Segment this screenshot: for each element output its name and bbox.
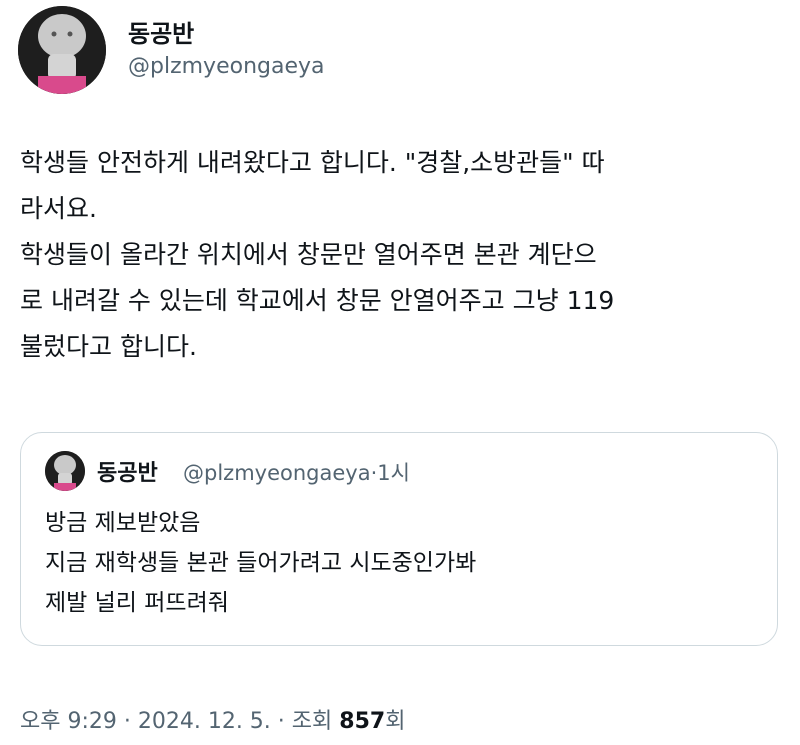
tweet-line: 학생들 안전하게 내려왔다고 합니다. "경찰,소방관들" 따 — [20, 148, 605, 177]
quote-time[interactable]: ·1시 — [371, 461, 410, 485]
avatar-icon — [18, 6, 106, 94]
tweet-timestamp[interactable]: 오후 9:29 · 2024. 12. 5. · 조회 — [20, 709, 339, 734]
view-count-suffix: 회 — [385, 709, 406, 734]
tweet-line: 로 내려갈 수 있는데 학교에서 창문 안열어주고 그냥 119 — [20, 286, 615, 315]
quote-display-name[interactable]: 동공반 — [97, 455, 158, 487]
quote-text: 방금 제보받았음 지금 재학생들 본관 들어가려고 시도중인가봐 제발 널리 퍼… — [45, 503, 476, 623]
tweet-metadata: 오후 9:29 · 2024. 12. 5. · 조회 857회 — [20, 703, 405, 735]
quote-line: 제발 널리 퍼뜨려줘 — [45, 590, 229, 616]
quote-tweet-card[interactable]: 동공반 @plzmyeongaeya·1시 방금 제보받았음 지금 재학생들 본… — [20, 432, 778, 646]
author-handle[interactable]: @plzmyeongaeya — [128, 54, 325, 79]
quote-handle-line: @plzmyeongaeya·1시 — [183, 457, 410, 487]
avatar[interactable] — [18, 6, 106, 94]
tweet-line: 학생들이 올라간 위치에서 창문만 열어주면 본관 계단으 — [20, 240, 597, 269]
quote-handle[interactable]: @plzmyeongaeya — [183, 461, 371, 485]
quote-line: 방금 제보받았음 — [45, 510, 201, 536]
view-count: 857 — [339, 709, 386, 734]
quote-line: 지금 재학생들 본관 들어가려고 시도중인가봐 — [45, 550, 477, 576]
quote-avatar[interactable] — [45, 451, 85, 491]
tweet-line: 불렀다고 합니다. — [20, 332, 197, 361]
tweet-line: 라서요. — [20, 194, 97, 223]
author-display-name[interactable]: 동공반 — [128, 14, 194, 49]
tweet-text: 학생들 안전하게 내려왔다고 합니다. "경찰,소방관들" 따 라서요. 학생들… — [20, 140, 790, 370]
avatar-icon — [45, 451, 85, 491]
